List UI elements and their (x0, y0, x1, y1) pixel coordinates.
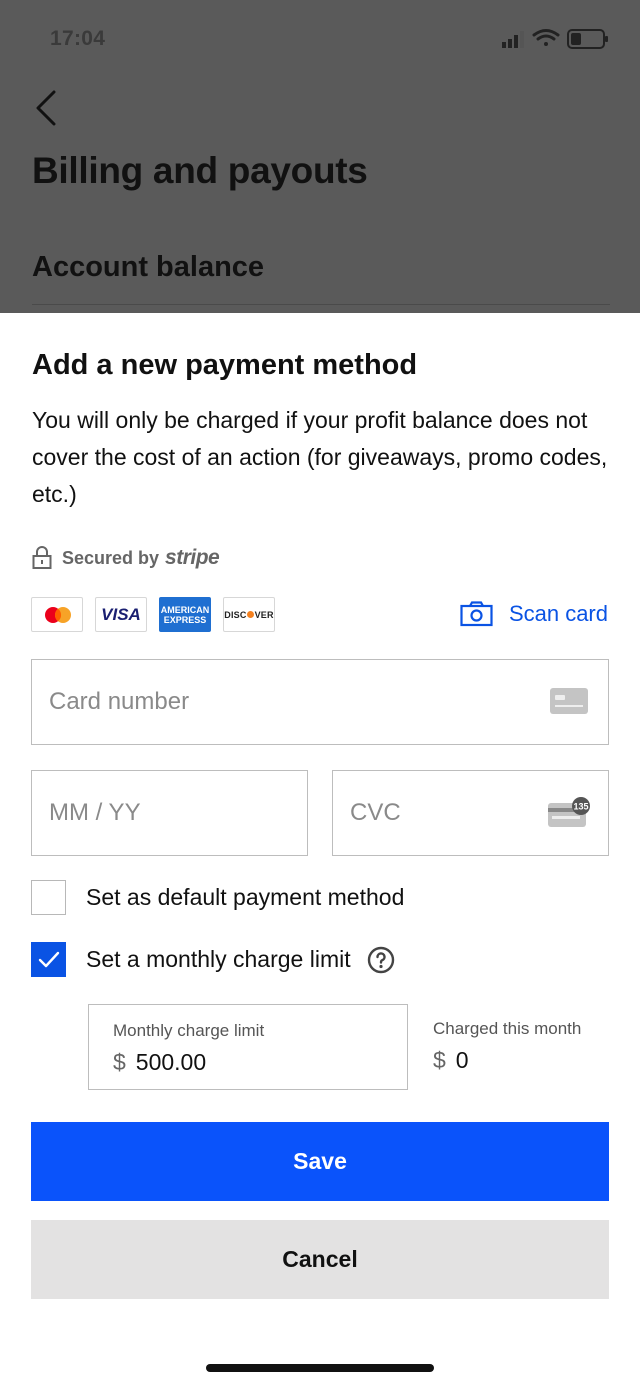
lock-icon (32, 546, 52, 569)
home-indicator (206, 1364, 434, 1372)
stripe-logo: stripe (165, 546, 220, 569)
monthly-limit-row[interactable]: Set a monthly charge limit (31, 942, 395, 977)
monthly-charge-limit-amount[interactable]: 500.00 (136, 1049, 206, 1075)
cvc-card-icon: 135 (548, 797, 590, 827)
save-button[interactable]: Save (31, 1122, 609, 1201)
sheet-description: You will only be charged if your profit … (32, 407, 608, 507)
default-payment-checkbox[interactable] (31, 880, 66, 915)
expiry-field[interactable] (31, 770, 308, 856)
card-number-input[interactable] (49, 660, 453, 744)
cvc-field[interactable]: 135 (332, 770, 609, 856)
monthly-charge-limit-value[interactable]: $500.00 (113, 1049, 206, 1076)
cvc-icon-text: 135 (573, 802, 588, 812)
charged-this-month: Charged this month $0 (433, 1019, 581, 1074)
card-brand-list: VISA AMERICAN EXPRESS DISC VER (31, 597, 275, 632)
section-title-account-balance: Account balance (32, 251, 265, 283)
help-icon[interactable] (367, 946, 395, 974)
currency-symbol: $ (113, 1049, 126, 1075)
default-payment-row[interactable]: Set as default payment method (31, 880, 404, 915)
credit-card-icon (550, 688, 588, 714)
charged-this-month-value: $0 (433, 1047, 581, 1074)
charged-this-month-amount: 0 (455, 1047, 469, 1073)
wifi-icon (532, 29, 560, 46)
card-number-field[interactable] (31, 659, 609, 745)
amex-line-2: EXPRESS (163, 614, 207, 625)
currency-symbol: $ (433, 1047, 446, 1073)
secured-by-stripe: Secured by stripe (32, 545, 220, 571)
checkmark-icon (38, 951, 59, 967)
expiry-input[interactable] (49, 771, 242, 855)
default-payment-label[interactable]: Set as default payment method (86, 884, 404, 911)
visa-icon: VISA (95, 597, 147, 632)
amex-line-1: AMERICAN (160, 604, 210, 615)
mastercard-icon (31, 597, 83, 632)
discover-text-pre: DISC (224, 609, 247, 620)
monthly-limit-label[interactable]: Set a monthly charge limit (86, 946, 351, 973)
add-payment-method-sheet: Add a new payment method You will only b… (0, 313, 640, 1385)
status-time: 17:04 (50, 27, 106, 50)
status-icons (502, 29, 608, 49)
section-divider (32, 304, 610, 305)
camera-icon (460, 601, 493, 627)
back-arrow-icon[interactable] (32, 90, 62, 126)
battery-icon (567, 29, 608, 49)
cancel-button[interactable]: Cancel (31, 1220, 609, 1299)
scan-card-label: Scan card (508, 601, 608, 626)
monthly-charge-limit-field[interactable]: Monthly charge limit $500.00 (88, 1004, 408, 1090)
discover-icon: DISC VER (223, 597, 275, 632)
monthly-charge-limit-caption: Monthly charge limit (113, 1021, 265, 1040)
monthly-limit-checkbox[interactable] (31, 942, 66, 977)
scan-card-button[interactable]: Scan card (460, 601, 608, 627)
secured-label: Secured by (62, 547, 160, 568)
status-bar: 17:04 (0, 0, 640, 80)
signal-icon (502, 31, 524, 48)
cvc-input[interactable] (350, 771, 543, 855)
background-page: 17:04 Billing and payouts Account balanc (0, 0, 640, 313)
page-title: Billing and payouts (32, 150, 368, 191)
charged-this-month-caption: Charged this month (433, 1019, 582, 1038)
discover-text-post: VER (254, 609, 274, 620)
sheet-title: Add a new payment method (32, 349, 418, 381)
amex-icon: AMERICAN EXPRESS (159, 597, 211, 632)
